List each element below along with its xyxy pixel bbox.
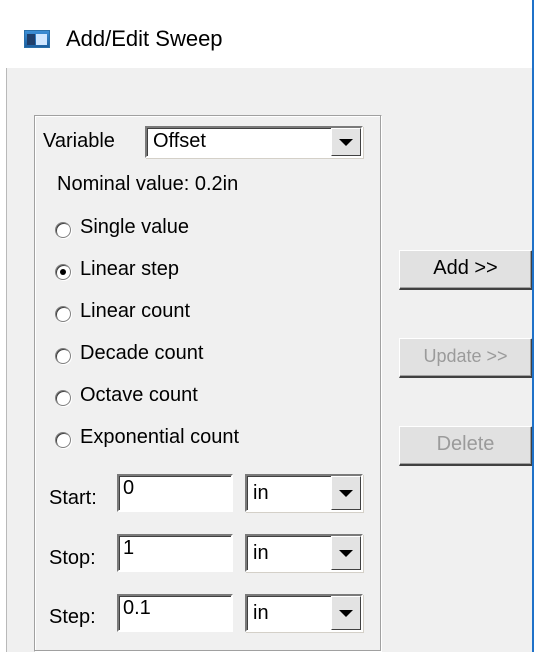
step-input-value: 0.1 xyxy=(123,597,151,619)
window-title: Add/Edit Sweep xyxy=(66,26,223,51)
start-unit-value: in xyxy=(253,482,269,504)
delete-button[interactable]: Delete xyxy=(399,426,533,466)
radio-label: Exponential count xyxy=(80,426,240,448)
radio-label: Decade count xyxy=(80,342,204,364)
start-input-value: 0 xyxy=(123,477,135,499)
radio-button-icon[interactable] xyxy=(55,348,71,364)
chevron-down-icon[interactable] xyxy=(331,476,361,510)
variable-select-value: Offset xyxy=(153,130,206,152)
radio-button-icon[interactable] xyxy=(55,432,71,448)
radio-button-icon[interactable] xyxy=(55,222,71,238)
start-input[interactable]: 0 xyxy=(117,474,233,512)
stop-unit-value: in xyxy=(253,542,269,564)
radio-exponential-count[interactable]: Exponential count xyxy=(55,426,375,456)
step-input[interactable]: 0.1 xyxy=(117,594,233,632)
radio-button-checked-icon[interactable] xyxy=(55,264,71,280)
radio-button-icon[interactable] xyxy=(55,306,71,322)
update-button[interactable]: Update >> xyxy=(399,338,533,378)
sweep-settings-group: Variable Offset Nominal value: 0.2in Sin… xyxy=(34,115,382,652)
step-unit-value: in xyxy=(253,602,269,624)
variable-select[interactable]: Offset xyxy=(145,126,363,158)
radio-decade-count[interactable]: Decade count xyxy=(55,342,375,372)
variable-label: Variable xyxy=(43,130,115,152)
start-label: Start: xyxy=(49,487,97,509)
step-label: Step: xyxy=(49,606,96,628)
add-button[interactable]: Add >> xyxy=(399,250,533,290)
radio-label: Linear step xyxy=(80,258,179,280)
step-unit-select[interactable]: in xyxy=(245,594,363,632)
radio-single-value[interactable]: Single value xyxy=(55,216,375,246)
stop-label: Stop: xyxy=(49,547,96,569)
nominal-value-text: Nominal value: 0.2in xyxy=(57,173,239,195)
radio-label: Single value xyxy=(80,216,189,238)
radio-label: Linear count xyxy=(80,300,191,322)
stop-input-value: 1 xyxy=(123,537,135,559)
app-window-icon xyxy=(24,30,50,48)
chevron-down-icon[interactable] xyxy=(331,128,361,156)
start-unit-select[interactable]: in xyxy=(245,474,363,512)
radio-linear-step[interactable]: Linear step xyxy=(55,258,375,288)
radio-linear-count[interactable]: Linear count xyxy=(55,300,375,330)
title-bar: Add/Edit Sweep xyxy=(0,0,534,68)
radio-label: Octave count xyxy=(80,384,198,406)
chevron-down-icon[interactable] xyxy=(331,536,361,570)
radio-octave-count[interactable]: Octave count xyxy=(55,384,375,414)
chevron-down-icon[interactable] xyxy=(331,596,361,630)
dialog-client-area: Variable Offset Nominal value: 0.2in Sin… xyxy=(6,68,534,652)
stop-unit-select[interactable]: in xyxy=(245,534,363,572)
stop-input[interactable]: 1 xyxy=(117,534,233,572)
radio-button-icon[interactable] xyxy=(55,390,71,406)
